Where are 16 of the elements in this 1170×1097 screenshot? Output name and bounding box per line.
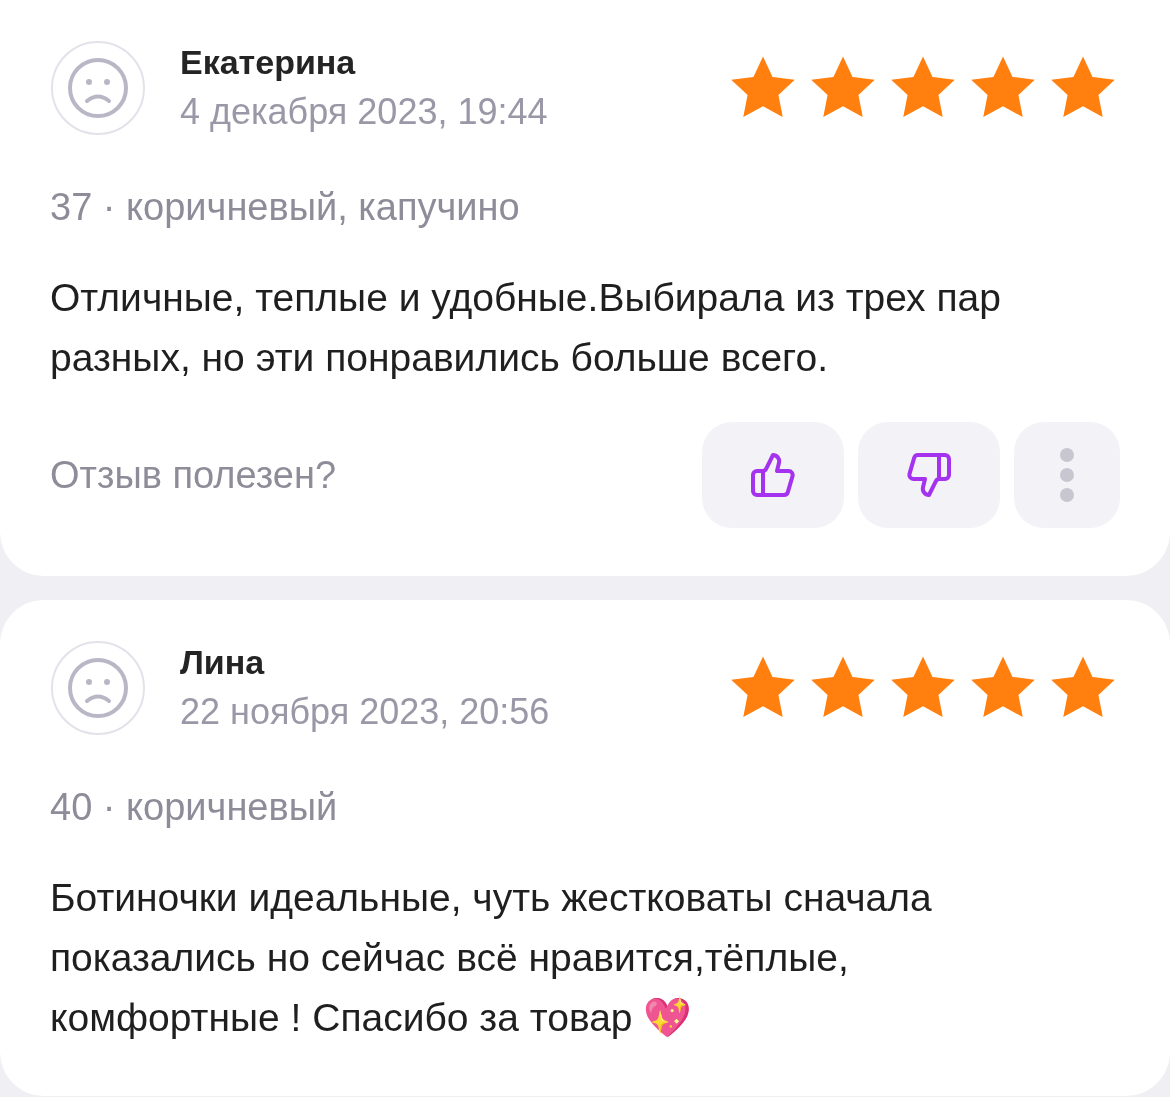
- review-text: Ботиночки идеальные, чуть жестковаты сначала показались но сейчас всё нравится,тёплые, комфортные ! Спасибо за товар 💖: [50, 875, 933, 1041]
- more-icon: [1060, 448, 1074, 502]
- thumbs-up-icon: [749, 451, 797, 499]
- product-variant: 40 · коричневый: [50, 785, 339, 830]
- review-text: Отличные, теплые и удобные.Выбирала из трех пар разных, но эти понравились больше всего.: [50, 275, 1002, 381]
- product-variant: 37 · коричневый, капучино: [50, 185, 521, 230]
- reviewer-name: Екатерина: [180, 42, 357, 83]
- review-date: 4 декабря 2023, 19:44: [180, 90, 549, 134]
- like-button[interactable]: [702, 422, 844, 528]
- thumbs-down-icon: [905, 451, 953, 499]
- review-date: 22 ноября 2023, 20:56: [180, 690, 551, 734]
- avatar-icon: [50, 640, 146, 736]
- dislike-button[interactable]: [858, 422, 1000, 528]
- helpful-question: Отзыв полезен?: [50, 453, 338, 497]
- avatar-icon: [50, 40, 146, 136]
- reviewer-name: Лина: [180, 642, 266, 683]
